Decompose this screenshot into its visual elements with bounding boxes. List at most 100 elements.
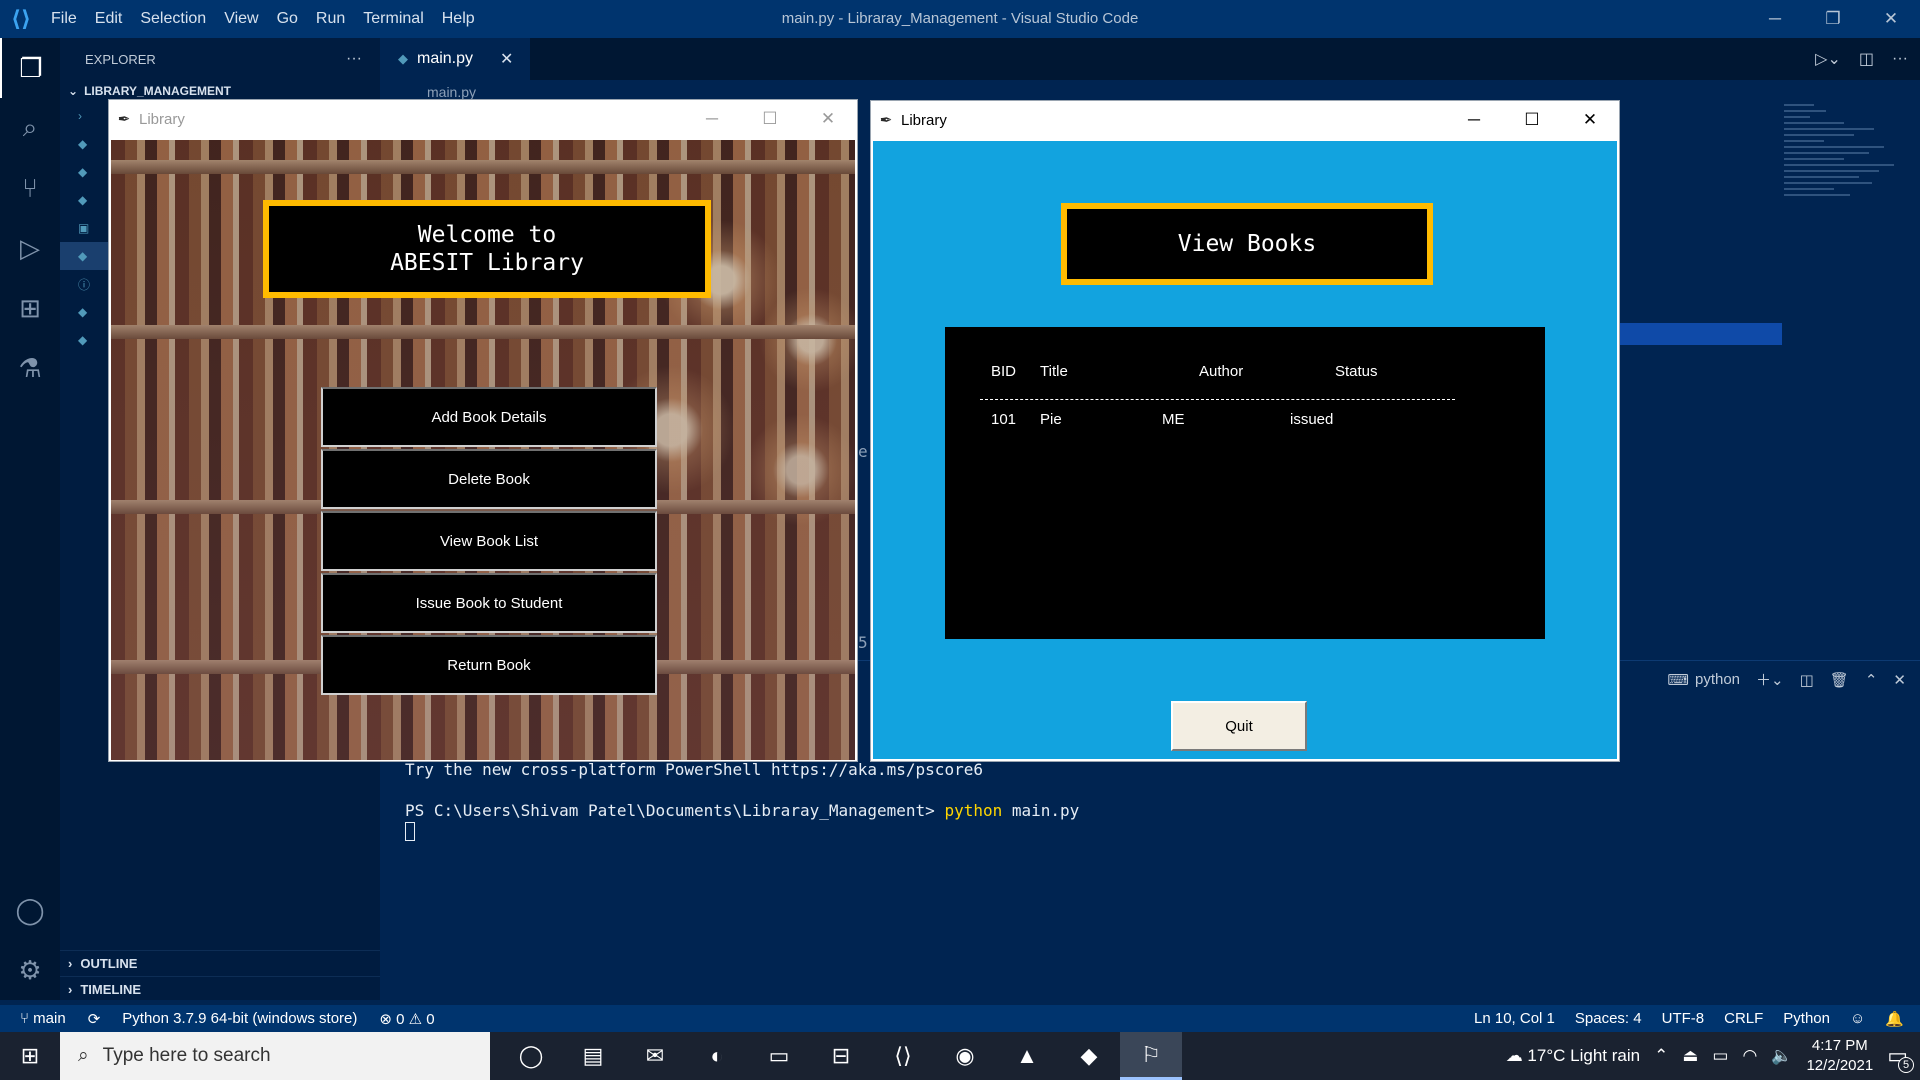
close-tab-icon[interactable]: ✕ bbox=[500, 49, 513, 69]
return-book-button[interactable]: Return Book bbox=[321, 635, 657, 695]
run-debug-icon[interactable]: ▷ bbox=[0, 218, 60, 278]
python-file-icon: ◆ bbox=[78, 305, 88, 319]
file-explorer-icon[interactable]: ▭ bbox=[748, 1032, 810, 1080]
minimap[interactable] bbox=[1784, 104, 1904, 244]
add-book-button[interactable]: Add Book Details bbox=[321, 387, 657, 447]
editor-text-fragment: 5 bbox=[858, 633, 868, 652]
cloud-icon: ☁ bbox=[1505, 1046, 1528, 1065]
vscode-title-bar: ⟨⟩ File Edit Selection View Go Run Termi… bbox=[0, 0, 1920, 38]
feedback-icon[interactable]: ☺ bbox=[1850, 1010, 1865, 1027]
menu-file[interactable]: File bbox=[42, 0, 86, 38]
usb-icon[interactable]: ⏏ bbox=[1682, 1046, 1698, 1066]
language-mode[interactable]: Python bbox=[1783, 1010, 1830, 1027]
terminal-selector[interactable]: ⌨ python bbox=[1667, 671, 1740, 689]
breadcrumb[interactable]: main.py bbox=[427, 84, 476, 100]
account-icon[interactable]: ◯ bbox=[0, 880, 60, 940]
menu-help[interactable]: Help bbox=[433, 0, 484, 38]
clock[interactable]: 4:17 PM 12/2/2021 bbox=[1806, 1036, 1873, 1076]
terminal-actions: ⌨ python ＋⌄ ◫ 🗑 ⌃ ✕ bbox=[1667, 669, 1906, 690]
close-icon[interactable]: ✕ bbox=[1561, 101, 1619, 139]
indentation[interactable]: Spaces: 4 bbox=[1575, 1010, 1642, 1027]
maximize-icon[interactable]: ☐ bbox=[741, 100, 799, 138]
view-books-titlebar[interactable]: ✒ Library ─ ☐ ✕ bbox=[871, 101, 1619, 139]
image-file-icon: ▣ bbox=[78, 221, 90, 235]
explorer-icon[interactable]: ❐ bbox=[0, 38, 60, 98]
menu-view[interactable]: View bbox=[215, 0, 267, 38]
restore-icon[interactable]: ❐ bbox=[1804, 0, 1862, 38]
vscode-icon[interactable]: ⟨⟩ bbox=[872, 1032, 934, 1080]
python-file-icon: ◆ bbox=[78, 193, 88, 207]
split-editor-icon[interactable]: ◫ bbox=[1859, 49, 1874, 69]
mail-icon[interactable]: ✉ bbox=[624, 1032, 686, 1080]
library-background-image: Welcome to ABESIT Library Add Book Detai… bbox=[111, 140, 855, 760]
bell-icon[interactable]: 🔔 bbox=[1885, 1010, 1904, 1028]
windows-start-icon[interactable]: ⊞ bbox=[0, 1032, 60, 1080]
view-book-list-button[interactable]: View Book List bbox=[321, 511, 657, 571]
close-panel-icon[interactable]: ✕ bbox=[1893, 671, 1906, 689]
more-actions-icon[interactable]: ··· bbox=[346, 50, 380, 68]
testing-icon[interactable]: ⚗ bbox=[0, 338, 60, 398]
cursor-position[interactable]: Ln 10, Col 1 bbox=[1474, 1010, 1555, 1027]
menu-edit[interactable]: Edit bbox=[86, 0, 132, 38]
menu-run[interactable]: Run bbox=[307, 0, 354, 38]
chrome-icon[interactable]: ◉ bbox=[934, 1032, 996, 1080]
problems-indicator[interactable]: ⊗ 0 ⚠ 0 bbox=[379, 1010, 434, 1028]
edge-icon[interactable]: ◐ bbox=[686, 1032, 748, 1080]
search-placeholder: Type here to search bbox=[102, 1045, 271, 1066]
timeline-section[interactable]: › TIMELINE bbox=[60, 976, 380, 1002]
source-control-icon[interactable]: ⑂ bbox=[0, 158, 60, 218]
branch-indicator[interactable]: ⑂ main bbox=[20, 1010, 66, 1027]
minimize-icon[interactable]: ─ bbox=[1746, 0, 1804, 38]
menu-selection[interactable]: Selection bbox=[131, 0, 215, 38]
menu-terminal[interactable]: Terminal bbox=[354, 0, 432, 38]
wifi-icon[interactable]: ◠ bbox=[1742, 1046, 1757, 1066]
weather-widget[interactable]: ☁ 17°C Light rain bbox=[1506, 1046, 1640, 1066]
run-icon[interactable]: ▷⌄ bbox=[1815, 49, 1841, 69]
settings-gear-icon[interactable]: ⚙ bbox=[0, 940, 60, 1000]
sync-icon[interactable]: ⟳ bbox=[88, 1010, 101, 1028]
window-controls: ─ ❐ ✕ bbox=[1746, 0, 1920, 38]
quit-button[interactable]: Quit bbox=[1171, 701, 1307, 751]
maximize-icon[interactable]: ☐ bbox=[1503, 101, 1561, 139]
battery-icon[interactable]: ▭ bbox=[1712, 1046, 1728, 1066]
close-icon[interactable]: ✕ bbox=[1862, 0, 1920, 38]
python-interpreter[interactable]: Python 3.7.9 64-bit (windows store) bbox=[122, 1010, 357, 1027]
library-main-titlebar[interactable]: ✒ Library ─ ☐ ✕ bbox=[109, 100, 857, 138]
encoding[interactable]: UTF-8 bbox=[1662, 1010, 1705, 1027]
chevron-up-icon[interactable]: ⌃ bbox=[1654, 1046, 1668, 1066]
python-file-icon: ◆ bbox=[78, 165, 88, 179]
extensions-icon[interactable]: ⊞ bbox=[0, 278, 60, 338]
menu-go[interactable]: Go bbox=[268, 0, 307, 38]
line-ending[interactable]: CRLF bbox=[1724, 1010, 1763, 1027]
tab-main-py[interactable]: ◆ main.py ✕ bbox=[380, 38, 530, 80]
minimize-icon[interactable]: ─ bbox=[1445, 101, 1503, 139]
editor-text-fragment: e bbox=[858, 442, 868, 461]
add-terminal-icon[interactable]: ＋⌄ bbox=[1756, 669, 1784, 690]
more-actions-icon[interactable]: ··· bbox=[1892, 50, 1908, 68]
cortana-icon[interactable]: ◯ bbox=[500, 1032, 562, 1080]
minimize-icon[interactable]: ─ bbox=[683, 100, 741, 138]
search-icon: ⌕ bbox=[78, 1045, 89, 1066]
close-icon[interactable]: ✕ bbox=[799, 100, 857, 138]
photos-icon[interactable]: ▲ bbox=[996, 1032, 1058, 1080]
warning-icon: ⚠ bbox=[408, 1010, 427, 1028]
issue-book-button[interactable]: Issue Book to Student bbox=[321, 573, 657, 633]
notification-icon[interactable]: ▭ 5 bbox=[1887, 1043, 1914, 1073]
split-terminal-icon[interactable]: ◫ bbox=[1800, 671, 1814, 689]
outline-section[interactable]: › OUTLINE bbox=[60, 950, 380, 976]
git-icon[interactable]: ◆ bbox=[1058, 1032, 1120, 1080]
chevron-right-icon: › bbox=[78, 109, 82, 123]
search-icon[interactable]: ⌕ bbox=[0, 98, 60, 158]
library-main-title: Library bbox=[139, 110, 185, 128]
volume-icon[interactable]: 🔈 bbox=[1771, 1046, 1792, 1066]
task-view-icon[interactable]: ▤ bbox=[562, 1032, 624, 1080]
maximize-panel-icon[interactable]: ⌃ bbox=[1865, 671, 1878, 689]
library-main-window: ✒ Library ─ ☐ ✕ Welcome to ABESIT Librar… bbox=[108, 99, 858, 762]
delete-book-button[interactable]: Delete Book bbox=[321, 449, 657, 509]
editor-line-highlight bbox=[1620, 323, 1782, 345]
terminal-prompt: PS C:\Users\Shivam Patel\Documents\Libra… bbox=[405, 801, 945, 820]
trash-icon[interactable]: 🗑 bbox=[1830, 671, 1849, 689]
store-icon[interactable]: ⊟ bbox=[810, 1032, 872, 1080]
taskbar-search[interactable]: ⌕ Type here to search bbox=[60, 1032, 490, 1080]
python-app-icon[interactable]: ⚐ bbox=[1120, 1032, 1182, 1080]
